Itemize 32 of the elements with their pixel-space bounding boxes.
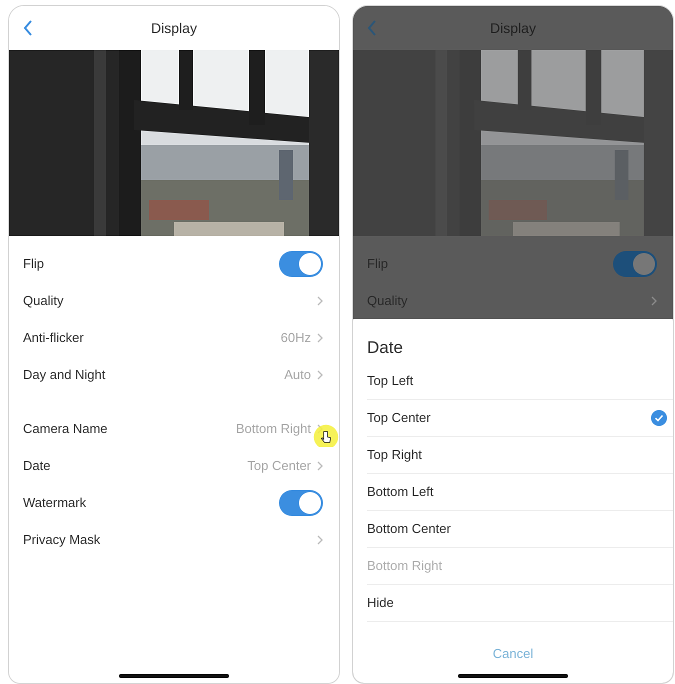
row-label: Anti-flicker (23, 328, 84, 347)
option-item[interactable]: Top Right (367, 437, 673, 474)
option-item[interactable]: Hide (367, 585, 673, 622)
row-label: Date (23, 456, 50, 475)
chevron-right-icon (317, 332, 323, 342)
back-icon[interactable] (23, 19, 33, 37)
toggle-switch[interactable] (613, 250, 657, 276)
row-value: Auto (284, 366, 311, 384)
row-label: Privacy Mask (23, 530, 100, 549)
row-label: Watermark (23, 494, 86, 512)
row-label: Quality (23, 292, 64, 310)
toggle-switch[interactable] (279, 250, 323, 276)
screen-title: Display (151, 18, 197, 38)
option-item[interactable]: Top Left (367, 363, 673, 400)
row-label: Flip (23, 254, 44, 273)
sheet-title: Date (367, 337, 404, 359)
option-item[interactable]: Bottom Left (367, 474, 673, 511)
toggle-switch[interactable] (279, 490, 323, 516)
row-value: Bottom Right (236, 420, 311, 438)
chevron-right-icon (317, 296, 323, 306)
chevron-right-icon (317, 370, 323, 380)
row-value: Top Center (247, 456, 311, 475)
option-item[interactable]: Top Center (367, 400, 673, 437)
chevron-right-icon (317, 460, 323, 470)
row-label: Camera Name (23, 420, 108, 438)
screen-title: Display (490, 18, 536, 38)
row-label: Day and Night (23, 366, 106, 384)
chevron-right-icon (651, 296, 657, 306)
row-value: 60Hz (280, 328, 311, 347)
check-icon (651, 410, 667, 426)
option-item[interactable]: Bottom Center (367, 511, 673, 548)
chevron-right-icon (317, 534, 323, 544)
